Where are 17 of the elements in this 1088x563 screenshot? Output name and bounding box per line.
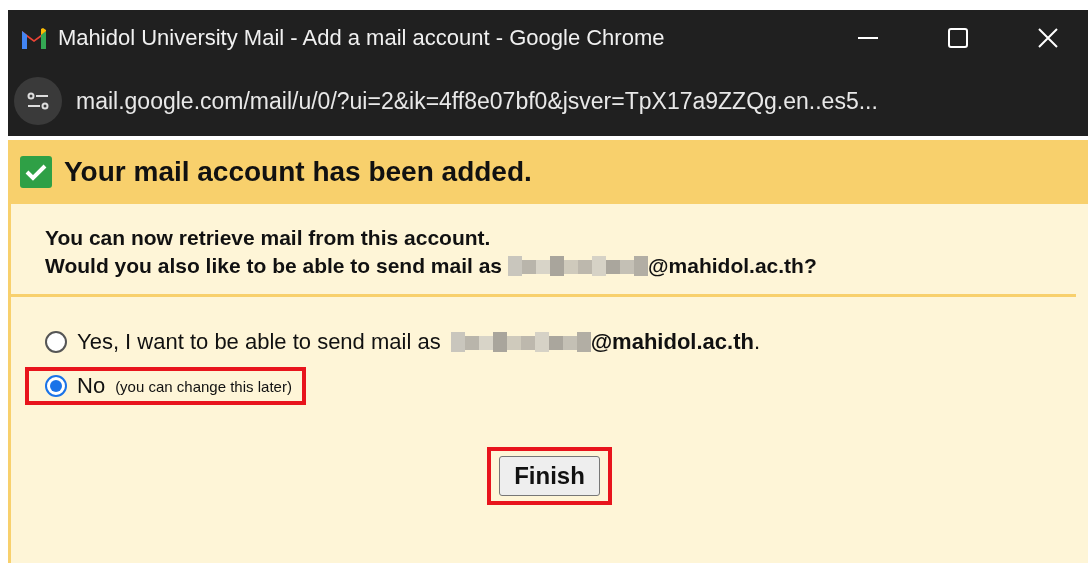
site-info-button[interactable] [14, 77, 62, 125]
radio-button[interactable] [45, 375, 67, 397]
gmail-logo-icon [20, 27, 48, 49]
finish-button[interactable]: Finish [499, 456, 600, 496]
close-icon[interactable] [1037, 27, 1059, 49]
option-label[interactable]: Yes, I want to be able to send mail as [77, 329, 441, 355]
option-note: (you can change this later) [115, 377, 292, 395]
message-text: Would you also like to be able to send mail as [45, 254, 503, 278]
option-label[interactable]: No [77, 373, 106, 399]
email-domain: @mahidol.ac.th? [648, 254, 817, 278]
maximize-icon[interactable] [948, 28, 968, 48]
window-title: Mahidol University Mail - Add a mail account - Google Chrome [58, 25, 666, 51]
radio-button[interactable] [45, 331, 67, 353]
tune-icon [26, 92, 50, 110]
banner-title: Your mail account has been added. [64, 156, 532, 188]
message-text: You can now retrieve mail from this account. [45, 226, 492, 250]
email-domain: @mahidol.ac.th. [590, 329, 760, 355]
